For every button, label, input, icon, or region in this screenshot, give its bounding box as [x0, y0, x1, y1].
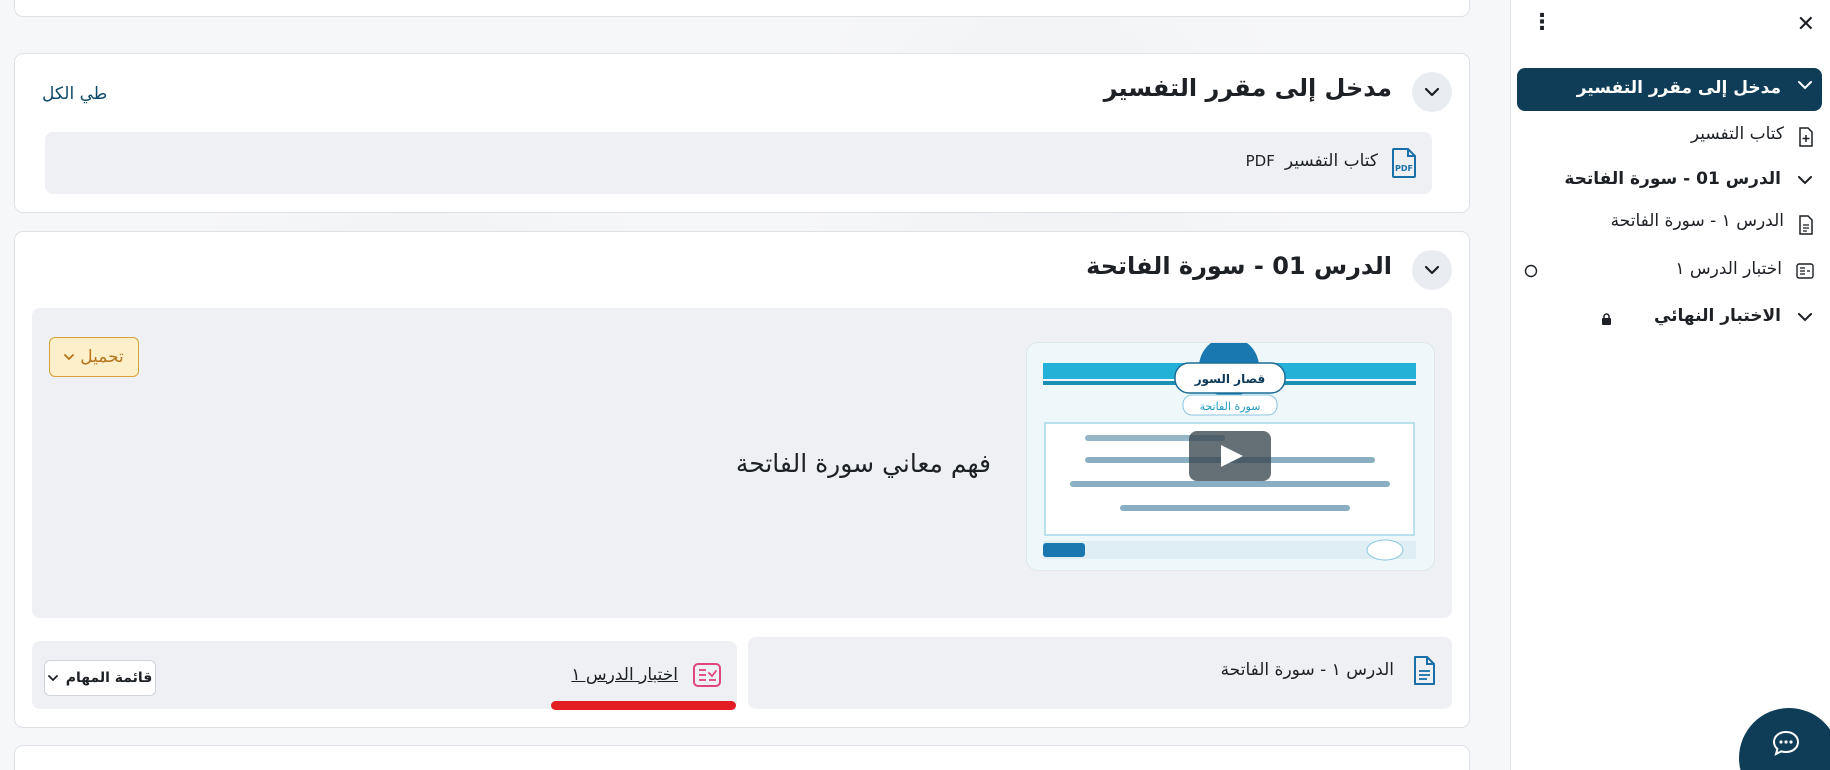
- completion-circle-icon: [1524, 264, 1538, 278]
- course-index-label: الاختبار النهائي: [1653, 306, 1781, 326]
- chevron-down-icon: [64, 353, 75, 360]
- chevron-down-icon: [1798, 81, 1812, 90]
- quiz-icon: [1796, 263, 1814, 279]
- course-index-label: اختبار الدرس ١: [1675, 259, 1782, 279]
- lesson-summary-panel: قصار السور سورة الفاتحة فهم معاني سورة ا…: [32, 308, 1452, 618]
- course-index-item-book[interactable]: كتاب التفسير: [1584, 124, 1814, 150]
- activity-name[interactable]: اختبار الدرس ١: [571, 665, 678, 685]
- chevron-down-icon: [1798, 176, 1812, 185]
- course-content: مدخل إلى مقرر التفسير طي الكل PDF كتاب ا…: [0, 0, 1510, 770]
- chevron-down-icon: [1798, 313, 1812, 322]
- section-collapse-toggle[interactable]: [1412, 250, 1452, 290]
- chevron-down-icon: [1424, 265, 1440, 275]
- video-subtitle-text: سورة الفاتحة: [1200, 400, 1261, 413]
- chevron-down-icon: [1424, 87, 1440, 97]
- activity-name[interactable]: كتاب التفسير PDF: [1246, 151, 1378, 171]
- course-index-item-section[interactable]: مدخل إلى مقرر التفسير: [1517, 68, 1822, 111]
- kebab-menu-icon[interactable]: ⋮: [1531, 10, 1553, 35]
- video-title-text: قصار السور: [1194, 372, 1266, 387]
- activity-page[interactable]: الدرس ١ - سورة الفاتحة: [748, 637, 1452, 709]
- svg-text:PDF: PDF: [1395, 164, 1413, 173]
- document-icon: [1799, 215, 1813, 235]
- task-list-label: قائمة المهام: [65, 670, 153, 686]
- course-index-item-page[interactable]: الدرس ١ - سورة الفاتحة: [1584, 211, 1814, 237]
- course-index-item-section[interactable]: الدرس 01 - سورة الفاتحة: [1564, 168, 1814, 194]
- section-title: مدخل إلى مقرر التفسير: [1103, 74, 1392, 102]
- document-icon: [1414, 656, 1435, 685]
- chat-icon: [1772, 730, 1800, 756]
- course-index-label: الدرس ١ - سورة الفاتحة: [1610, 211, 1784, 231]
- course-index-item-quiz[interactable]: اختبار الدرس ١: [1524, 258, 1814, 284]
- activity-quiz[interactable]: اختبار الدرس ١ قائمة المهام: [32, 641, 737, 709]
- section-title: الدرس 01 - سورة الفاتحة: [1086, 252, 1392, 280]
- course-index-label: الدرس 01 - سورة الفاتحة: [1564, 169, 1781, 189]
- download-label: تحميل: [80, 347, 124, 367]
- chevron-down-icon: [47, 674, 58, 681]
- lock-icon: [1602, 313, 1611, 325]
- lesson-description: فهم معاني سورة الفاتحة: [735, 449, 991, 478]
- section-collapse-toggle[interactable]: [1412, 72, 1452, 112]
- highlight-underline: [551, 701, 736, 710]
- video-frame-image: قصار السور سورة الفاتحة: [1027, 343, 1434, 570]
- course-index-drawer: ✕ ⋮ مدخل إلى مقرر التفسير كتاب التفسير ا…: [1510, 0, 1830, 770]
- section-intro: مدخل إلى مقرر التفسير طي الكل PDF كتاب ا…: [14, 53, 1470, 213]
- activity-book[interactable]: PDF كتاب التفسير PDF: [45, 132, 1432, 194]
- download-dropdown-button[interactable]: تحميل: [49, 337, 139, 377]
- collapse-all-link[interactable]: طي الكل: [42, 84, 107, 104]
- course-index-item-section[interactable]: الاختبار النهائي: [1564, 305, 1814, 331]
- task-list-dropdown[interactable]: قائمة المهام: [44, 660, 156, 696]
- activity-name[interactable]: الدرس ١ - سورة الفاتحة: [1221, 660, 1394, 680]
- previous-section-card: [14, 0, 1470, 17]
- file-type-badge: PDF: [1245, 152, 1275, 170]
- pdf-icon: PDF: [1392, 148, 1416, 178]
- book-icon: [1799, 127, 1813, 147]
- course-index-label: كتاب التفسير: [1690, 124, 1784, 144]
- course-index-label: مدخل إلى مقرر التفسير: [1576, 78, 1781, 98]
- close-icon[interactable]: ✕: [1797, 12, 1815, 37]
- quiz-icon: [693, 663, 721, 687]
- activity-title: كتاب التفسير: [1284, 151, 1378, 171]
- next-section-card: [14, 745, 1470, 770]
- section-lesson-1: الدرس 01 - سورة الفاتحة قصار السور سورة …: [14, 231, 1470, 728]
- video-thumbnail[interactable]: قصار السور سورة الفاتحة: [1026, 342, 1435, 571]
